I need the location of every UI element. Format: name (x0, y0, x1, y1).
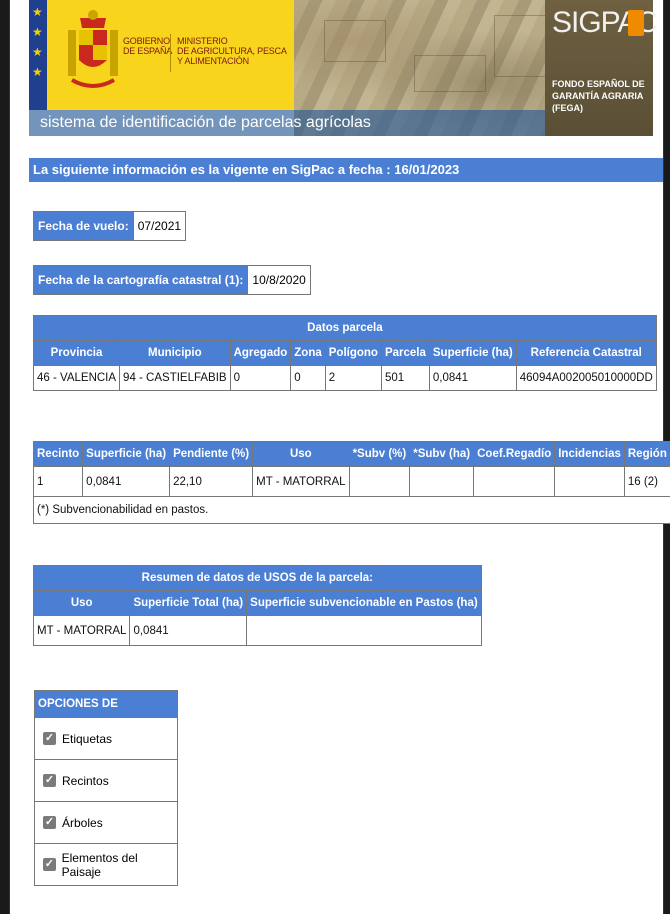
column-header: Uso (32, 590, 131, 616)
ministerio-label: MINISTERIO DE AGRICULTURA, PESCA Y ALIME… (177, 36, 287, 66)
fecha-vuelo-box: Fecha de vuelo: 07/2021 (33, 211, 187, 241)
coat-of-arms-icon (68, 10, 118, 88)
column-header: Incidencias (554, 441, 625, 467)
table-cell: 0,0841 (82, 466, 171, 497)
table-cell: 2 (324, 365, 382, 391)
column-header: Agregado (229, 340, 292, 366)
field-patch (414, 55, 486, 92)
option-label: Elementos del Paisaje (61, 850, 138, 879)
table-cell: 94 - CASTIELFABIB (119, 365, 231, 391)
fega-label: FONDO ESPAÑOL DE GARANTÍA AGRARIA (FEGA) (552, 79, 645, 113)
table-cell: 0,0841 (428, 365, 517, 391)
fecha-catastral-box: Fecha de la cartografía catastral (1): 1… (33, 265, 311, 295)
fecha-vuelo-value: 07/2021 (132, 212, 185, 240)
table-cell (554, 466, 625, 497)
star-icon: ★ (32, 45, 43, 59)
gobierno-label: GOBIERNO DE ESPAÑA (123, 36, 173, 56)
datos-parcela-title: Datos parcela (33, 315, 657, 341)
column-header: Referencia Catastral (515, 340, 657, 366)
sistema-title: sistema de identificación de parcelas ag… (40, 114, 371, 131)
star-icon: ★ (32, 65, 43, 79)
table-cell: 46094A002005010000DD (515, 365, 657, 391)
column-header: Zona (290, 340, 326, 366)
field-patch (494, 15, 546, 77)
option-arboles[interactable]: ✓ Árboles (35, 801, 177, 843)
column-header: Superficie (ha) (428, 340, 517, 366)
checkbox-checked-icon[interactable]: ✓ (43, 774, 56, 787)
column-header: Superficie Total (ha) (129, 590, 248, 616)
table-header-row: Recinto Superficie (ha) Pendiente (%) Us… (32, 441, 670, 467)
column-header: Polígono (324, 340, 382, 366)
checkbox-checked-icon[interactable]: ✓ (43, 858, 56, 871)
datos-parcela-table: Datos parcela Provincia Municipio Agrega… (32, 315, 657, 391)
column-header: Región (623, 441, 670, 467)
column-header: Provincia (32, 340, 121, 366)
checkbox-checked-icon[interactable]: ✓ (43, 816, 56, 829)
recintos-table: Recinto Superficie (ha) Pendiente (%) Us… (32, 441, 670, 524)
star-icon: ★ (32, 25, 43, 39)
subvencionabilidad-note: (*) Subvencionabilidad en pastos. (33, 496, 670, 524)
table-cell: 46 - VALENCIA (32, 365, 121, 391)
table-cell: MT - MATORRAL (252, 466, 350, 497)
column-header: *Subv (%) (348, 441, 411, 467)
column-header: Superficie subvencionable en Pastos (ha) (246, 590, 482, 616)
table-cell: 0 (290, 365, 326, 391)
table-row: MT - MATORRAL 0,0841 (32, 615, 482, 646)
table-row: 1 0,0841 22,10 MT - MATORRAL 16 (2) (32, 466, 670, 497)
table-cell (473, 466, 556, 497)
divider (170, 34, 171, 72)
table-header-row: Uso Superficie Total (ha) Superficie sub… (32, 590, 482, 616)
column-header: Recinto (32, 441, 84, 467)
table-cell (348, 466, 411, 497)
table-cell: 1 (32, 466, 84, 497)
column-header: Uso (252, 441, 350, 467)
table-cell: 0,0841 (129, 615, 248, 646)
column-header: Parcela (380, 340, 430, 366)
table-cell: 16 (2) (623, 466, 670, 497)
column-header: Pendiente (%) (169, 441, 254, 467)
option-label: Recintos (62, 773, 109, 788)
table-note-row: (*) Subvencionabilidad en pastos. (33, 496, 670, 524)
table-cell: 501 (380, 365, 430, 391)
column-header: Superficie (ha) (82, 441, 171, 467)
field-patch (324, 20, 386, 62)
option-label: Etiquetas (62, 731, 113, 746)
sigpac-mark-icon (628, 10, 644, 36)
fecha-catastral-label: Fecha de la cartografía catastral (1): (34, 266, 248, 294)
resumen-title: Resumen de datos de USOS de la parcela: (33, 565, 482, 591)
table-row: 46 - VALENCIA 94 - CASTIELFABIB 0 0 2 50… (32, 365, 657, 391)
table-cell: 22,10 (169, 466, 254, 497)
column-header: Municipio (119, 340, 231, 366)
column-header: *Subv (ha) (409, 441, 475, 467)
checkbox-checked-icon[interactable]: ✓ (43, 732, 56, 745)
option-elementos-paisaje[interactable]: ✓ Elementos del Paisaje (35, 843, 177, 885)
option-label: Árboles (62, 815, 103, 830)
table-cell: 0 (229, 365, 292, 391)
table-header-row: Provincia Municipio Agregado Zona Polígo… (32, 340, 657, 366)
print-options-panel: OPCIONES DE IMPRESIÓN ✓ Etiquetas ✓ Reci… (34, 690, 178, 886)
table-cell: MT - MATORRAL (32, 615, 131, 646)
resumen-usos-table: Resumen de datos de USOS de la parcela: … (32, 565, 482, 646)
table-cell (246, 615, 482, 646)
star-icon: ★ (32, 5, 43, 19)
eu-flag-strip: ★ ★ ★ ★ (29, 0, 47, 110)
vigente-info-bar: La siguiente información es la vigente e… (29, 158, 663, 182)
fecha-vuelo-label: Fecha de vuelo: (34, 212, 133, 240)
column-header: Coef.Regadío (473, 441, 556, 467)
option-recintos[interactable]: ✓ Recintos (35, 759, 177, 801)
fecha-catastral-value: 10/8/2020 (247, 266, 309, 294)
table-cell (409, 466, 475, 497)
print-options-title: OPCIONES DE IMPRESIÓN (35, 691, 177, 736)
